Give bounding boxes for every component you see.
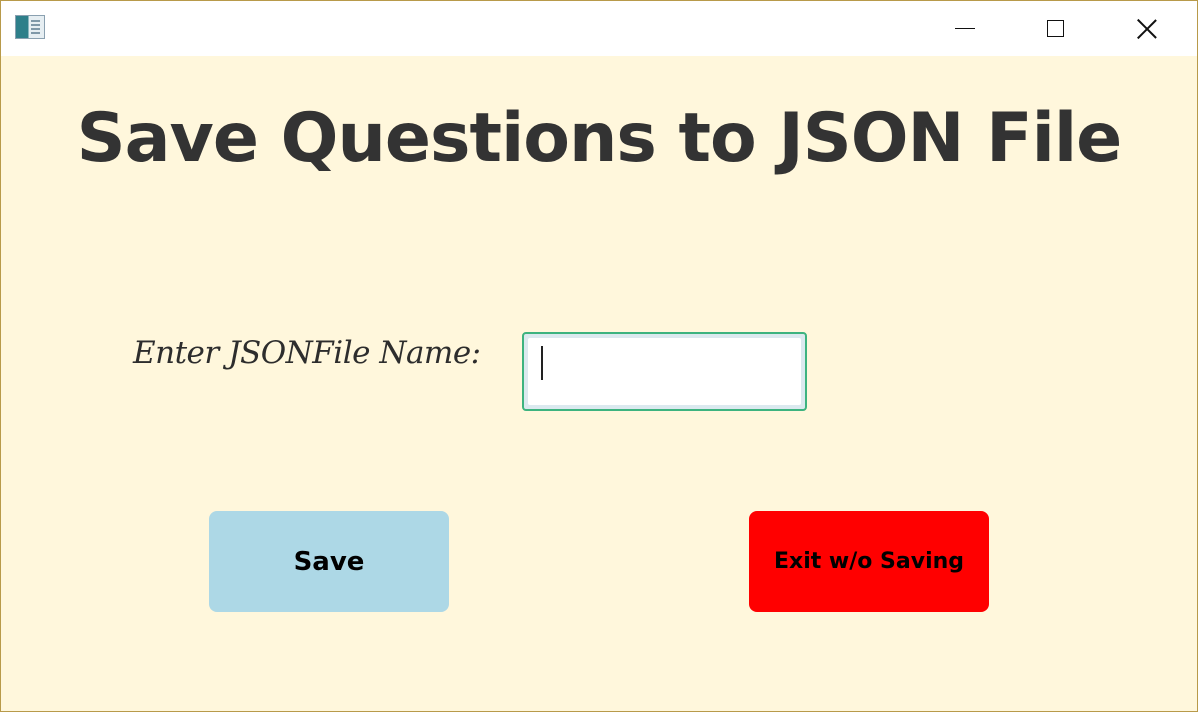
file-name-label: Enter JSONFile Name: <box>133 335 481 371</box>
minimize-icon <box>955 27 975 30</box>
close-button[interactable] <box>1101 1 1193 56</box>
exit-without-saving-button[interactable]: Exit w/o Saving <box>749 511 989 612</box>
app-window-icon[interactable] <box>15 15 45 39</box>
title-bar[interactable] <box>1 1 1197 56</box>
app-window: Save Questions to JSON File Enter JSONFi… <box>0 0 1198 712</box>
minimize-button[interactable] <box>919 1 1011 56</box>
file-name-field-frame <box>522 332 807 411</box>
close-icon <box>1136 18 1158 40</box>
text-caret <box>541 346 543 380</box>
file-name-input[interactable] <box>528 338 801 405</box>
save-button[interactable]: Save <box>209 511 449 612</box>
maximize-icon <box>1046 20 1064 37</box>
page-title: Save Questions to JSON File <box>76 99 1123 178</box>
maximize-button[interactable] <box>1009 1 1101 56</box>
